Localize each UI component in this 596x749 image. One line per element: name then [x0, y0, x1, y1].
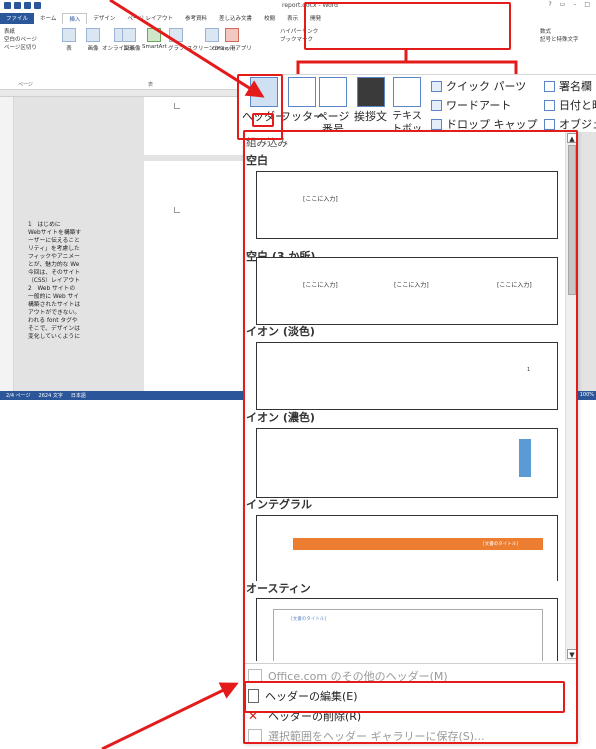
greeting-icon [356, 77, 385, 107]
equation-button[interactable]: 数式 [540, 28, 579, 36]
greeting-label: 挨拶文 [354, 110, 387, 123]
smartart-icon [147, 28, 162, 42]
maximize-button[interactable]: □ [584, 1, 590, 8]
shapes-label: 図形 [123, 46, 135, 52]
redo-icon[interactable] [34, 2, 41, 9]
doc-line: 変化していくように [28, 334, 80, 340]
cover-page-button[interactable]: 表紙 [4, 28, 37, 36]
tab-mailings[interactable]: 差し込み文書 [213, 13, 258, 24]
tab-page-layout[interactable]: ページ レイアウト [121, 13, 179, 24]
language[interactable]: 日本語 [71, 392, 86, 399]
page-number-icon [319, 77, 347, 107]
page-number-button[interactable]: ページ番号 [316, 77, 350, 136]
shapes-button[interactable]: 図形 [122, 28, 136, 52]
dropcap-icon [431, 118, 442, 130]
signature-label: 署名欄 [559, 80, 592, 93]
wordart-icon [431, 99, 442, 111]
tab-view[interactable]: 表示 [281, 13, 304, 24]
tab-design[interactable]: デザイン [87, 13, 121, 24]
zoom-level[interactable]: 100% [580, 392, 594, 398]
quick-parts-button[interactable]: クイック パーツ [431, 78, 526, 94]
shapes-icon [122, 28, 136, 42]
word-logo-icon [4, 2, 11, 9]
page-group-label: ページ [18, 82, 33, 88]
image-button[interactable]: 画像 [86, 28, 100, 52]
footer-icon [288, 77, 316, 107]
tab-file[interactable]: ファイル [0, 13, 35, 24]
wordart-label: ワードアート [446, 99, 512, 112]
doc-line: とが、魅力的な We [28, 262, 80, 268]
image-label: 画像 [87, 46, 99, 52]
document-text: 1 はじめに Webサイトを構築す ーザーに伝えること リティ」を考慮した フィ… [28, 221, 124, 341]
symbol-button[interactable]: 記号と特殊文字 [540, 36, 579, 44]
tab-references[interactable]: 参考資料 [179, 13, 213, 24]
minimize-button[interactable]: – [573, 1, 576, 8]
signature-button[interactable]: 署名欄 [544, 78, 592, 94]
quick-access-toolbar [4, 2, 41, 9]
blank-page-button[interactable]: 空白のページ [4, 36, 37, 44]
greeting-button[interactable]: 挨拶文 [354, 77, 387, 123]
edit-header-annotation-box [244, 681, 565, 713]
window-controls: ? ▭ – □ [548, 1, 590, 8]
smartart-label: SmartArt [142, 44, 167, 50]
graph-button[interactable]: グラフ [168, 28, 185, 52]
zoomed-ribbon: ヘッダー フッター ページ番号 挨拶文 テキストボックス クイック パーツ ワー… [238, 74, 596, 148]
chart-icon [169, 28, 184, 42]
wordart-button[interactable]: ワードアート [431, 97, 511, 113]
vertical-ruler[interactable] [0, 97, 14, 391]
table-icon [62, 28, 76, 42]
quick-parts-icon [431, 80, 442, 92]
help-button[interactable]: ? [548, 1, 551, 8]
office-app-button[interactable]: Office 用アプリ [212, 28, 252, 52]
doc-line: アウトができない。 [28, 310, 81, 316]
header-arrow-annotation-box [252, 113, 274, 127]
title-annotation-box [304, 2, 511, 50]
save-icon[interactable] [14, 2, 21, 9]
graph-label: グラフ [168, 46, 185, 52]
doc-line: （CSS）レイアウト [28, 278, 80, 284]
dropdown-annotation-box [243, 130, 578, 744]
datetime-label: 日付と時刻 [559, 99, 596, 112]
quick-parts-label: クイック パーツ [446, 80, 527, 93]
tab-review[interactable]: 校閲 [258, 13, 281, 24]
doc-line: ーザーに伝えること [28, 238, 80, 244]
pages-stack: 表紙 空白のページ ページ区切り [4, 28, 37, 52]
ribbon-display-button[interactable]: ▭ [560, 1, 566, 8]
office-store-icon [224, 28, 239, 42]
doc-line: 2 Web サイトの [28, 286, 76, 292]
doc-line: われる font タグや [28, 318, 78, 324]
doc-line: リティ」を考慮した [28, 246, 80, 252]
textbox-icon [393, 77, 421, 107]
doc-line: 今回は、そのサイト [28, 270, 81, 276]
object-icon [544, 118, 555, 130]
tab-insert[interactable]: 挿入 [62, 13, 88, 24]
doc-line: Webサイトを構築す [28, 230, 82, 236]
word-count[interactable]: 2624 文字 [39, 392, 63, 399]
datetime-button[interactable]: 日付と時刻 [544, 97, 596, 113]
doc-line: 一般的に Web サイ [28, 294, 80, 300]
page-break-button[interactable]: ページ区切り [4, 44, 37, 52]
arrow-to-edit-header [101, 682, 239, 749]
doc-line: フィックやアニメー [28, 254, 80, 260]
document-page-2[interactable] [144, 161, 254, 401]
undo-icon[interactable] [24, 2, 31, 9]
office-app-label: Office 用アプリ [212, 46, 252, 52]
corner-mark [174, 207, 180, 213]
tab-home[interactable]: ホーム [34, 13, 62, 24]
table-button[interactable]: 表 [62, 28, 76, 52]
doc-line: そこで、デザインは [28, 326, 80, 332]
calendar-icon [544, 99, 555, 111]
table-group-label: 表 [148, 82, 154, 88]
corner-mark [174, 103, 180, 109]
symbols-stack: 数式 記号と特殊文字 [540, 28, 579, 44]
table-label: 表 [66, 46, 72, 52]
doc-line: 構築されたサイトは [28, 302, 81, 308]
smartart-button[interactable]: SmartArt [142, 28, 167, 50]
page-count[interactable]: 2/4 ページ [6, 392, 31, 399]
image-icon [86, 28, 100, 42]
doc-line: 1 はじめに [28, 222, 61, 228]
signature-icon [544, 80, 555, 92]
